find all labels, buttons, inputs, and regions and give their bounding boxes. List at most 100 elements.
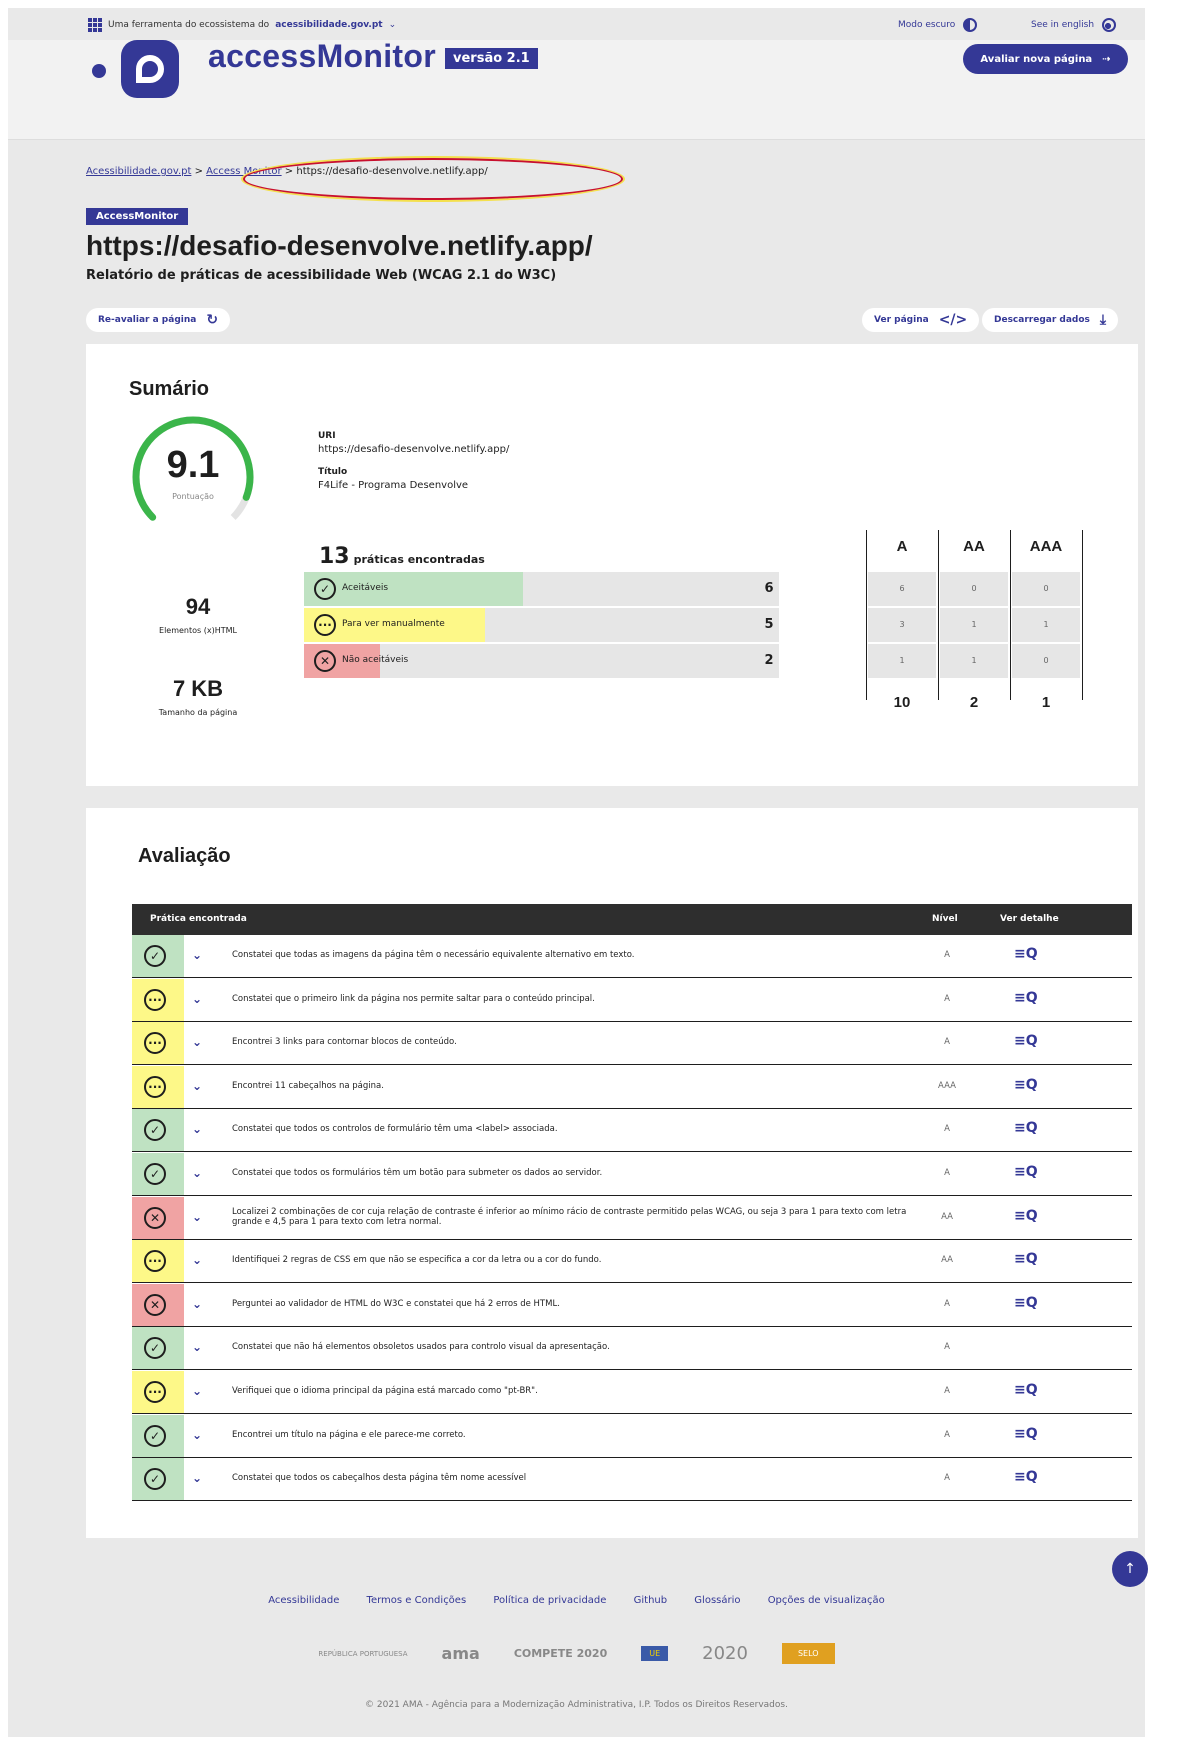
table-row: ✓ ⌄ Constatei que todos os formulários têm… [132, 1153, 1132, 1196]
reevaluate-button[interactable]: Re-avaliar a página ↻ [86, 308, 231, 332]
table-row: ✕ ⌄ Localizei 2 combinações de cor cuja re… [132, 1196, 1132, 1240]
reevaluate-label: Re-avaliar a página [98, 315, 197, 325]
expand-chevron-icon[interactable]: ⌄ [192, 1253, 202, 1267]
table-row: ··· ⌄ Verifiquei que o idioma principal da… [132, 1371, 1132, 1414]
view-detail-icon[interactable]: ≡Q [1014, 1469, 1038, 1485]
practice-text: Constatei que não há elementos obsoletos… [232, 1342, 610, 1353]
level-cell: 3 [868, 608, 936, 642]
expand-chevron-icon[interactable]: ⌄ [192, 1210, 202, 1224]
table-row: ··· ⌄ Constatei que o primeiro link da pág… [132, 978, 1132, 1022]
practice-text: Verifiquei que o idioma principal da pág… [232, 1386, 538, 1396]
practice-text: Localizei 2 combinações de cor cuja rela… [232, 1206, 907, 1227]
practice-text: Identifiquei 2 regras de CSS em que não … [232, 1255, 602, 1266]
total-aa: 2 [969, 694, 979, 711]
expand-chevron-icon[interactable]: ⌄ [192, 1297, 202, 1311]
view-detail-icon[interactable]: ≡Q [1014, 990, 1038, 1006]
dark-mode-toggle[interactable]: Modo escuro [898, 18, 978, 32]
download-data-button[interactable]: Descarregar dados ⤓ [982, 308, 1119, 332]
status-cell: ✓ [132, 1327, 184, 1370]
evaluation-table-header: Prática encontrada Nível Ver detalhe [132, 904, 1132, 935]
expand-chevron-icon[interactable]: ⌄ [192, 1384, 202, 1398]
status-cell: ✕ [132, 1283, 184, 1326]
practice-text: Perguntei ao validador de HTML do W3C e … [232, 1298, 560, 1309]
footer-link-display-options[interactable]: Opções de visualização [768, 1595, 885, 1606]
expand-chevron-icon[interactable]: ⌄ [192, 1079, 202, 1093]
view-detail-icon[interactable]: ≡Q [1014, 1295, 1038, 1311]
download-label: Descarregar dados [994, 315, 1090, 325]
footer-link-accessibility[interactable]: Acessibilidade [268, 1595, 339, 1606]
col-practice: Prática encontrada [150, 914, 247, 924]
view-detail-icon[interactable]: ≡Q [1014, 1251, 1038, 1267]
brand-name[interactable]: accessMonitor [208, 38, 436, 75]
view-detail-icon[interactable]: ≡Q [1014, 1077, 1038, 1093]
dots-icon: ··· [144, 1250, 166, 1273]
back-to-top-button[interactable]: ↑ [1112, 1551, 1148, 1587]
practice-level: AA [941, 1211, 953, 1222]
cross-icon: ✕ [144, 1293, 166, 1316]
ecosystem-prefix: Uma ferramenta do ecossistema do [108, 20, 270, 30]
level-cell: 0 [1012, 572, 1080, 606]
eu-logo: UE [641, 1646, 669, 1661]
dark-mode-label: Modo escuro [898, 20, 956, 30]
evaluate-new-page-button[interactable]: Avaliar nova página ⇢ [963, 44, 1128, 74]
view-detail-icon[interactable]: ≡Q [1014, 1426, 1038, 1442]
practice-row: ✕ Não aceitáveis 2 [304, 644, 779, 678]
expand-chevron-icon[interactable]: ⌄ [192, 1340, 202, 1354]
check-icon: ✓ [144, 1337, 166, 1360]
footer-link-privacy[interactable]: Política de privacidade [493, 1595, 606, 1606]
divider [866, 530, 867, 700]
practice-level: A [944, 1342, 950, 1353]
check-icon: ✓ [144, 1468, 166, 1491]
expand-chevron-icon[interactable]: ⌄ [192, 1471, 202, 1485]
dots-icon: ··· [144, 1075, 166, 1098]
footer-link-terms[interactable]: Termos e Condições [367, 1595, 467, 1606]
language-switch[interactable]: See in english [1031, 18, 1117, 32]
ecosystem-link[interactable]: Uma ferramenta do ecossistema do acessib… [88, 18, 396, 32]
total-a: 10 [893, 694, 911, 711]
expand-chevron-icon[interactable]: ⌄ [192, 1166, 202, 1180]
view-detail-icon[interactable]: ≡Q [1014, 1120, 1038, 1136]
status-cell: ✓ [132, 1414, 184, 1457]
level-cell: 1 [1012, 608, 1080, 642]
footer-link-github[interactable]: Github [634, 1595, 667, 1606]
elements-label: Elementos (x)HTML [159, 626, 237, 635]
view-detail-icon[interactable]: ≡Q [1014, 946, 1038, 962]
level-cell: 6 [868, 572, 936, 606]
view-page-button[interactable]: Ver página </> [862, 308, 980, 332]
status-cell: ··· [132, 1022, 184, 1065]
practice-level: A [944, 1386, 950, 1396]
practice-row-label: Não aceitáveis [342, 655, 409, 665]
practice-row: ··· Para ver manualmente 5 [304, 608, 779, 642]
expand-chevron-icon[interactable]: ⌄ [192, 1122, 202, 1136]
accessmonitor-logo-icon[interactable] [121, 40, 179, 98]
breadcrumb-separator: > [194, 166, 203, 177]
col-detail: Ver detalhe [1000, 914, 1059, 924]
practice-text: Constatei que todas as imagens da página… [232, 950, 635, 960]
summary-card: Sumário 9.1 Pontuação URI https://desafi… [86, 344, 1138, 786]
code-icon: </> [938, 312, 968, 328]
view-detail-icon[interactable]: ≡Q [1014, 1164, 1038, 1180]
view-detail-icon[interactable]: ≡Q [1014, 1208, 1038, 1224]
language-label: See in english [1031, 20, 1095, 30]
expand-chevron-icon[interactable]: ⌄ [192, 948, 202, 962]
page-meta: URI https://desafio-desenvolve.netlify.a… [318, 430, 509, 492]
expand-chevron-icon[interactable]: ⌄ [192, 1035, 202, 1049]
ecosystem-site-link[interactable]: acessibilidade.gov.pt [275, 20, 382, 30]
version-badge: versão 2.1 [445, 48, 538, 69]
dots-icon: ··· [144, 1381, 166, 1403]
breadcrumb-home[interactable]: Acessibilidade.gov.pt [86, 166, 191, 177]
expand-chevron-icon[interactable]: ⌄ [192, 992, 202, 1006]
practice-row-label: Para ver manualmente [342, 619, 445, 629]
view-detail-icon[interactable]: ≡Q [1014, 1033, 1038, 1049]
table-row: ✕ ⌄ Perguntei ao validador de HTML do W3C … [132, 1283, 1132, 1327]
level-header-aaa: AAA [1029, 538, 1063, 555]
view-detail-icon[interactable]: ≡Q [1014, 1382, 1038, 1398]
divider [1082, 530, 1083, 700]
footer-link-glossary[interactable]: Glossário [694, 1595, 740, 1606]
score-label: Pontuação [172, 492, 214, 501]
refresh-icon: ↻ [206, 312, 219, 328]
practice-level: AA [941, 1255, 953, 1266]
page-size: 7 KB [172, 676, 224, 701]
expand-chevron-icon[interactable]: ⌄ [192, 1428, 202, 1442]
copyright: © 2021 AMA - Agência para a Modernização… [365, 1700, 788, 1710]
